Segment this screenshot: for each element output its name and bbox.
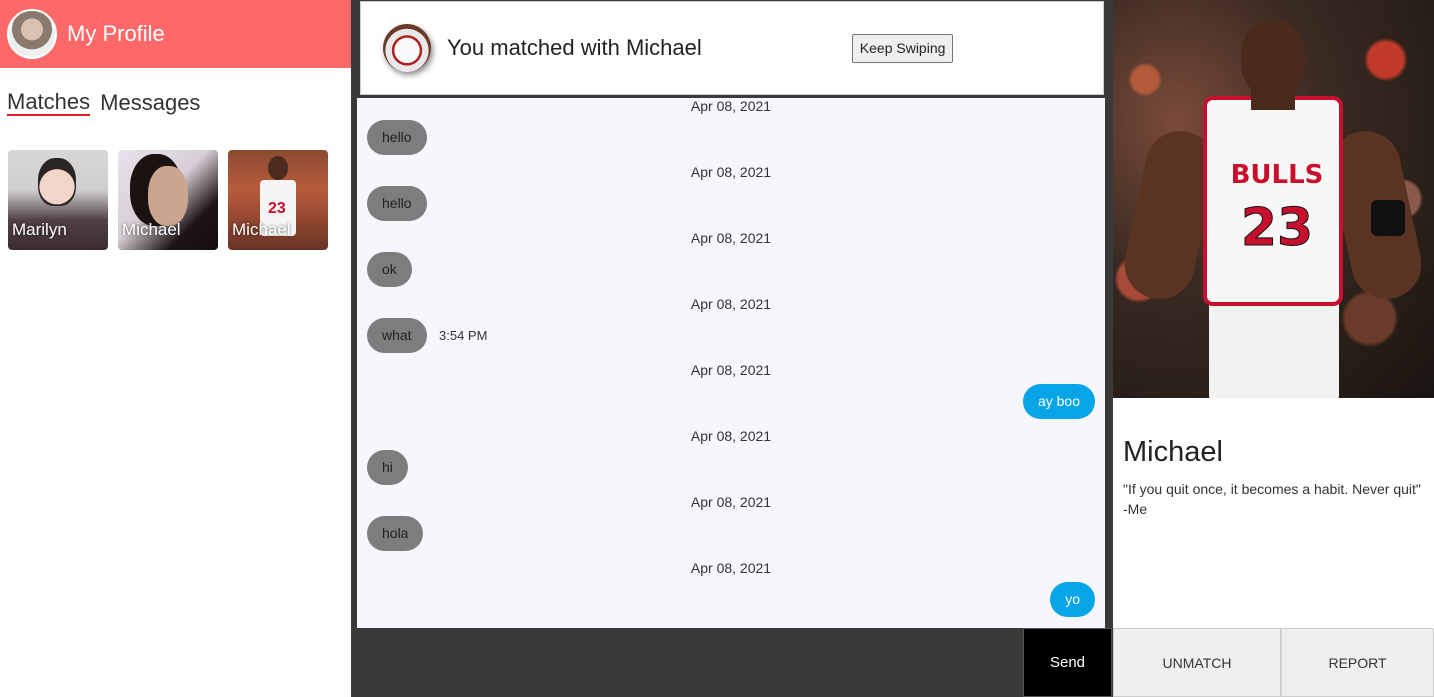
message-input[interactable]	[351, 628, 1023, 697]
match-profile-panel: BULLS 23 Michael "If you quit once, it b…	[1113, 0, 1434, 628]
chat-title: You matched with Michael	[447, 35, 702, 60]
message-date: Apr 08, 2021	[690, 494, 772, 510]
match-photo	[148, 166, 188, 226]
sidebar: My Profile Matches Messages Marilyn Mich…	[0, 0, 351, 697]
report-button[interactable]: REPORT	[1281, 628, 1434, 697]
jersey-number: 23	[1240, 198, 1314, 259]
match-profile-bio: "If you quit once, it becomes a habit. N…	[1123, 481, 1421, 517]
sidebar-tabs: Matches Messages	[0, 68, 351, 116]
photo-wristband	[1371, 200, 1405, 236]
match-profile-photo: BULLS 23	[1113, 0, 1434, 398]
my-profile-title[interactable]: My Profile	[67, 21, 165, 47]
incoming-message: ok	[367, 252, 412, 287]
outgoing-message: yo	[1050, 582, 1095, 617]
my-profile-bar[interactable]: My Profile	[0, 0, 351, 68]
message-list[interactable]: Apr 08, 2021 hello Apr 08, 2021 hello Ap…	[357, 98, 1105, 628]
match-name: Michael	[232, 220, 291, 239]
match-name: Marilyn	[12, 220, 67, 239]
match-card-michael-1[interactable]: Michael	[118, 150, 218, 250]
match-profile-info: Michael "If you quit once, it becomes a …	[1113, 398, 1434, 519]
unmatch-button[interactable]: UNMATCH	[1113, 628, 1281, 697]
tab-messages[interactable]: Messages	[100, 90, 200, 116]
keep-swiping-button[interactable]: Keep Swiping	[851, 33, 954, 63]
jersey-logo: BULLS	[1230, 160, 1324, 190]
incoming-message: hello	[367, 120, 427, 155]
match-photo	[38, 158, 76, 206]
message-date: Apr 08, 2021	[690, 428, 772, 444]
incoming-message: hi	[367, 450, 408, 485]
message-date: Apr 08, 2021	[690, 230, 772, 246]
message-date: Apr 08, 2021	[690, 362, 772, 378]
match-card-michael-2[interactable]: Michael	[228, 150, 328, 250]
outgoing-message: ay boo	[1022, 384, 1095, 419]
incoming-message: what	[367, 318, 427, 353]
match-photo	[268, 156, 288, 180]
match-card-marilyn[interactable]: Marilyn	[8, 150, 108, 250]
chat-header: You matched with Michael Keep Swiping	[360, 1, 1104, 95]
incoming-message: hello	[367, 186, 427, 221]
message-time: 3:54 PM	[439, 328, 488, 343]
tab-matches[interactable]: Matches	[7, 90, 91, 116]
message-date: Apr 08, 2021	[690, 296, 772, 312]
app: My Profile Matches Messages Marilyn Mich…	[0, 0, 1434, 697]
my-profile-avatar[interactable]	[7, 9, 57, 59]
match-profile-name: Michael	[1123, 436, 1223, 468]
match-name: Michael	[122, 220, 181, 239]
match-avatar	[383, 24, 431, 72]
message-date: Apr 08, 2021	[690, 560, 772, 576]
incoming-message: hola	[367, 516, 424, 551]
send-button[interactable]: Send	[1023, 628, 1112, 697]
photo-jersey: BULLS 23	[1203, 96, 1343, 306]
photo-shorts	[1209, 290, 1339, 398]
message-date: Apr 08, 2021	[690, 164, 772, 180]
photo-head	[1241, 20, 1305, 96]
matches-list: Marilyn Michael Michael	[0, 116, 351, 250]
message-date: Apr 08, 2021	[690, 98, 772, 114]
